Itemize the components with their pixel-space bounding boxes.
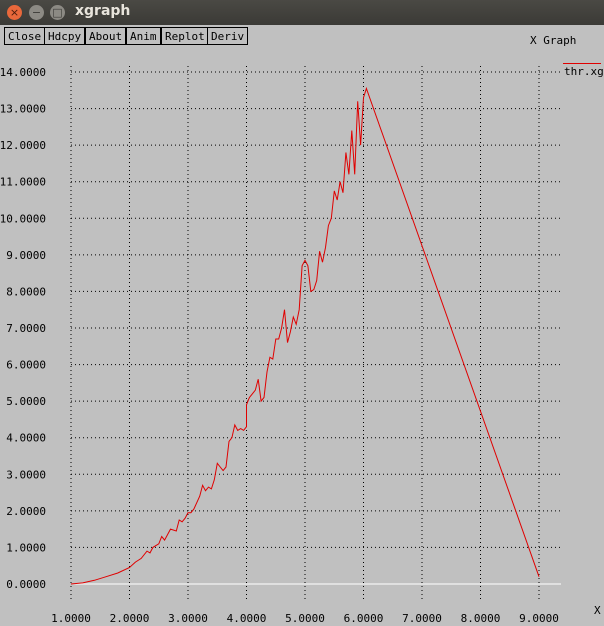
y-tick-label: 2.0000	[6, 505, 46, 518]
grid	[70, 66, 561, 600]
x-tick-label: 1.0000	[51, 612, 91, 625]
x-tick-label: 2.0000	[110, 612, 150, 625]
y-tick-label: 7.0000	[6, 322, 46, 335]
y-tick-label: 1.0000	[6, 541, 46, 554]
x-tick-label: 6.0000	[344, 612, 384, 625]
y-tick-label: 14.0000	[0, 66, 46, 79]
x-tick-label: 3.0000	[168, 612, 208, 625]
x-axis-label: X	[594, 604, 601, 617]
y-tick-label: 11.0000	[0, 176, 46, 189]
x-tick-label: 5.0000	[285, 612, 325, 625]
y-tick-label: 6.0000	[6, 359, 46, 372]
x-tick-label: 4.0000	[227, 612, 267, 625]
y-tick-label: 3.0000	[6, 468, 46, 481]
y-tick-label: 8.0000	[6, 285, 46, 298]
y-tick-label: 0.0000	[6, 578, 46, 591]
x-tick-label: 8.0000	[461, 612, 501, 625]
y-axis-ticks: 0.0000 1.0000 2.0000 3.0000 4.0000 5.0000 6.00…	[0, 66, 46, 591]
x-tick-label: 9.0000	[519, 612, 559, 625]
y-tick-label: 4.0000	[6, 432, 46, 445]
y-tick-label: 13.0000	[0, 103, 46, 116]
y-tick-label: 10.0000	[0, 212, 46, 225]
x-tick-label: 7.0000	[402, 612, 442, 625]
plot-area: 0.0000 1.0000 2.0000 3.0000 4.0000 5.0000 6.00…	[0, 66, 601, 625]
y-tick-label: 5.0000	[6, 395, 46, 408]
y-tick-label: 12.0000	[0, 139, 46, 152]
x-axis-ticks: 1.0000 2.0000 3.0000 4.0000 5.0000 6.0000 7.00…	[51, 612, 559, 625]
y-tick-label: 9.0000	[6, 249, 46, 262]
